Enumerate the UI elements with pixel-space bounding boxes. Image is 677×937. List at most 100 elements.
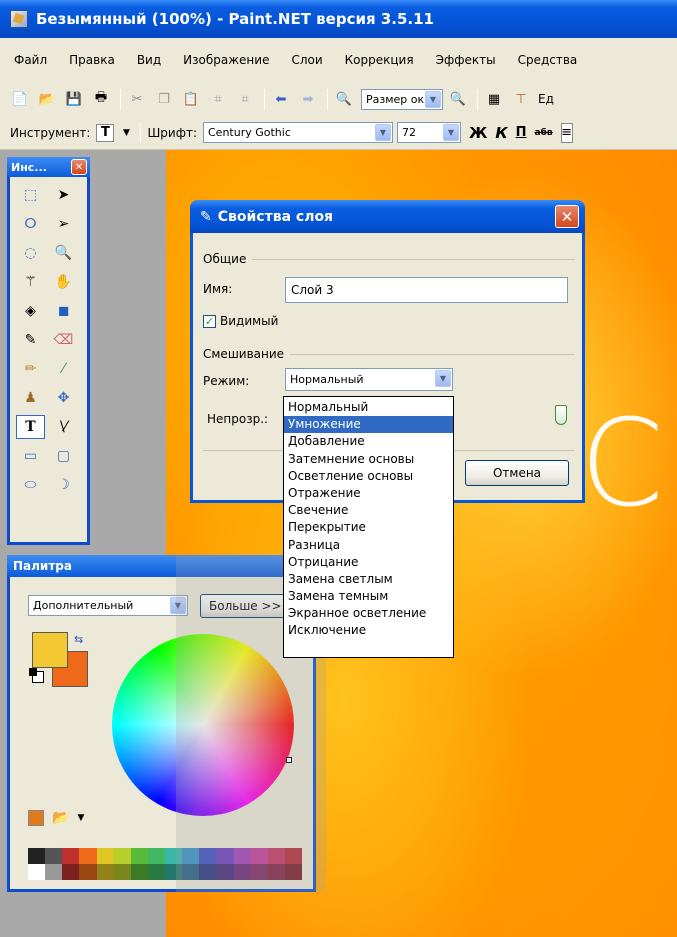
zoom-tool-icon[interactable]: 🔍	[49, 241, 78, 265]
blend-mode-option[interactable]: Замена светлым	[284, 571, 453, 588]
strikethrough-button[interactable]: абв	[535, 128, 553, 138]
rectangle-select-tool-icon[interactable]: ⬚	[16, 183, 45, 207]
print-icon[interactable]: 🖶	[91, 89, 111, 109]
menu-edit[interactable]: Правка	[69, 53, 115, 67]
clone-stamp-tool-icon[interactable]: ♟	[16, 386, 45, 410]
color-wheel[interactable]	[112, 634, 294, 816]
save-icon[interactable]: 💾	[64, 89, 84, 109]
visible-checkbox[interactable]: ✓ Видимый	[203, 314, 278, 328]
undo-icon[interactable]: ⬅	[271, 89, 291, 109]
color-swatch[interactable]	[96, 864, 114, 880]
copy-icon[interactable]: ❐	[154, 89, 174, 109]
blend-mode-option[interactable]: Перекрытие	[284, 519, 453, 536]
blend-mode-option[interactable]: Исключение	[284, 622, 453, 639]
color-swatch[interactable]	[233, 864, 251, 880]
blend-mode-option[interactable]: Нормальный	[284, 399, 453, 416]
blend-mode-combo[interactable]: Нормальный ▼	[285, 368, 453, 391]
color-picker-tool-icon[interactable]: ⁄	[49, 357, 78, 381]
blend-mode-option[interactable]: Свечение	[284, 502, 453, 519]
text-tool-icon[interactable]: T	[16, 415, 45, 439]
eraser-tool-icon[interactable]: ⌫	[49, 328, 78, 352]
color-swatch[interactable]	[130, 848, 148, 864]
palette-menu-icon[interactable]: 📂	[52, 810, 69, 826]
new-file-icon[interactable]: 📄	[10, 89, 30, 109]
move-selection-tool-icon[interactable]: ➤	[49, 183, 78, 207]
blend-mode-option[interactable]: Замена темным	[284, 588, 453, 605]
tool-dropdown-icon[interactable]: ▼	[121, 123, 131, 143]
color-swatch[interactable]	[199, 864, 217, 880]
color-swatch[interactable]	[113, 848, 131, 864]
color-swatch[interactable]	[250, 864, 268, 880]
color-swatch[interactable]	[284, 864, 302, 880]
italic-button[interactable]: К	[495, 124, 507, 142]
color-swatch[interactable]	[147, 848, 165, 864]
color-swatch[interactable]	[28, 848, 46, 864]
move-selected-tool-icon[interactable]: ➢	[49, 212, 78, 236]
redo-icon[interactable]: ➡	[298, 89, 318, 109]
blend-mode-option[interactable]: Осветление основы	[284, 468, 453, 485]
lasso-select-tool-icon[interactable]: ⵔ	[16, 212, 45, 236]
color-swatch[interactable]	[79, 864, 97, 880]
gradient-tool-icon[interactable]: ◼	[49, 299, 78, 323]
text-tool-icon[interactable]: T	[96, 123, 115, 142]
color-swatch[interactable]	[182, 848, 200, 864]
blend-mode-option[interactable]: Умножение	[284, 416, 453, 434]
color-swatch[interactable]	[267, 848, 285, 864]
color-swatch[interactable]	[62, 864, 80, 880]
reset-colors-icon[interactable]	[29, 668, 44, 683]
bold-button[interactable]: Ж	[469, 124, 487, 142]
primary-color-swatch[interactable]	[32, 632, 68, 668]
color-swatch[interactable]	[165, 848, 183, 864]
close-icon[interactable]: ✕	[555, 205, 579, 228]
add-color-icon[interactable]	[28, 810, 44, 826]
color-swatch[interactable]	[113, 864, 131, 880]
color-swatch[interactable]	[28, 864, 46, 880]
color-swatch[interactable]	[45, 864, 63, 880]
crop-icon[interactable]: ⌗	[208, 89, 228, 109]
layer-name-input[interactable]: Слой 3	[285, 277, 568, 303]
font-size-combo[interactable]: 72 ▼	[397, 122, 461, 143]
swap-colors-icon[interactable]: ⇆	[74, 633, 83, 646]
menu-file[interactable]: Файл	[14, 53, 47, 67]
blend-mode-option[interactable]: Отрицание	[284, 554, 453, 571]
blend-mode-option[interactable]: Отражение	[284, 485, 453, 502]
zoom-combo[interactable]: Размер окн ▼	[361, 88, 443, 110]
color-swatch[interactable]	[284, 848, 302, 864]
blend-mode-option[interactable]: Затемнение основы	[284, 451, 453, 468]
line-curve-tool-icon[interactable]: \⁄	[49, 415, 78, 439]
menu-view[interactable]: Вид	[137, 53, 161, 67]
blend-mode-option[interactable]: Добавление	[284, 433, 453, 450]
ellipse-select-tool-icon[interactable]: ◌	[16, 241, 45, 265]
paint-bucket-tool-icon[interactable]: ◈	[16, 299, 45, 323]
ellipse-tool-icon[interactable]: ⬭	[16, 473, 45, 497]
color-swatch[interactable]	[96, 848, 114, 864]
menu-tools[interactable]: Средства	[518, 53, 578, 67]
ruler-icon[interactable]: ⊤	[511, 89, 531, 109]
color-swatch[interactable]	[62, 848, 80, 864]
color-swatch[interactable]	[216, 848, 234, 864]
menu-image[interactable]: Изображение	[183, 53, 269, 67]
opacity-slider-thumb[interactable]	[555, 405, 567, 425]
color-swatch[interactable]	[165, 864, 183, 880]
paste-icon[interactable]: 📋	[181, 89, 201, 109]
blend-mode-option[interactable]: Разница	[284, 537, 453, 554]
zoom-out-icon[interactable]: 🔍	[334, 89, 354, 109]
color-swatch[interactable]	[147, 864, 165, 880]
pan-tool-icon[interactable]: ✋	[49, 270, 78, 294]
underline-button[interactable]: П	[516, 125, 527, 140]
palette-mode-combo[interactable]: Дополнительный ▼	[28, 595, 188, 616]
blend-mode-option[interactable]: Экранное осветление	[284, 605, 453, 622]
color-swatch[interactable]	[182, 864, 200, 880]
chevron-down-icon[interactable]: ▼	[77, 813, 84, 823]
color-wheel-marker[interactable]	[286, 757, 292, 763]
menu-layers[interactable]: Слои	[291, 53, 322, 67]
align-left-icon[interactable]: ≡	[560, 122, 573, 143]
color-swatch[interactable]	[130, 864, 148, 880]
open-file-icon[interactable]: 📂	[37, 89, 57, 109]
color-swatch[interactable]	[199, 848, 217, 864]
rectangle-tool-icon[interactable]: ▭	[16, 444, 45, 468]
color-swatch[interactable]	[250, 848, 268, 864]
rounded-rectangle-tool-icon[interactable]: ▢	[49, 444, 78, 468]
menu-effects[interactable]: Эффекты	[436, 53, 496, 67]
zoom-in-icon[interactable]: 🔍	[448, 89, 468, 109]
